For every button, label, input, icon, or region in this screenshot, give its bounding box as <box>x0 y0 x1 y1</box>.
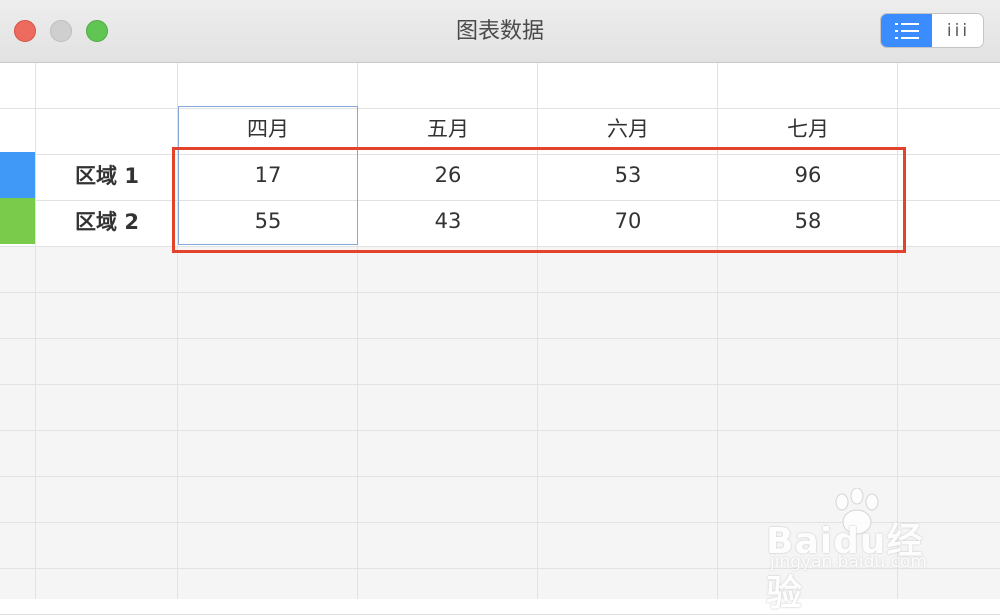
column-header-june[interactable]: 六月 <box>538 105 718 151</box>
table-cell[interactable]: 43 <box>358 198 538 244</box>
list-icon <box>894 22 919 39</box>
series-color-swatch[interactable] <box>0 198 35 244</box>
table-row-region-2: 区域 2 55 43 70 58 <box>0 198 1000 244</box>
table-cell[interactable]: 53 <box>538 152 718 198</box>
window-title: 图表数据 <box>455 19 544 44</box>
table-cell[interactable]: 58 <box>718 198 898 244</box>
column-header-april[interactable]: 四月 <box>178 105 358 151</box>
empty-row <box>0 431 1000 477</box>
empty-row <box>0 63 1000 109</box>
column-header-may[interactable]: 五月 <box>358 105 538 151</box>
table-cell[interactable]: 17 <box>178 152 358 198</box>
table-cell[interactable]: 55 <box>178 198 358 244</box>
column-view-button[interactable]: iii <box>933 14 983 47</box>
empty-row <box>0 385 1000 431</box>
empty-row <box>0 339 1000 385</box>
column-header-july[interactable]: 七月 <box>718 105 898 151</box>
watermark-url: jingyan.baidu.com <box>770 552 927 572</box>
row-label[interactable]: 区域 1 <box>36 152 178 198</box>
table-cell[interactable]: 96 <box>718 152 898 198</box>
title-bar: 图表数据 iii <box>0 0 1000 63</box>
baidu-jingyan-watermark: Baidu经验 jingyan.baidu.com <box>766 488 956 614</box>
empty-row <box>0 293 1000 339</box>
table-cell[interactable]: 26 <box>358 152 538 198</box>
table-cell[interactable]: 70 <box>538 198 718 244</box>
row-label[interactable]: 区域 2 <box>36 198 178 244</box>
table-row-region-1: 区域 1 17 26 53 96 <box>0 152 1000 198</box>
column-headers: 四月 五月 六月 七月 <box>0 105 1000 151</box>
list-view-button[interactable] <box>881 14 932 47</box>
empty-row <box>0 247 1000 293</box>
series-color-swatch[interactable] <box>0 152 35 198</box>
view-toggle: iii <box>880 13 984 48</box>
